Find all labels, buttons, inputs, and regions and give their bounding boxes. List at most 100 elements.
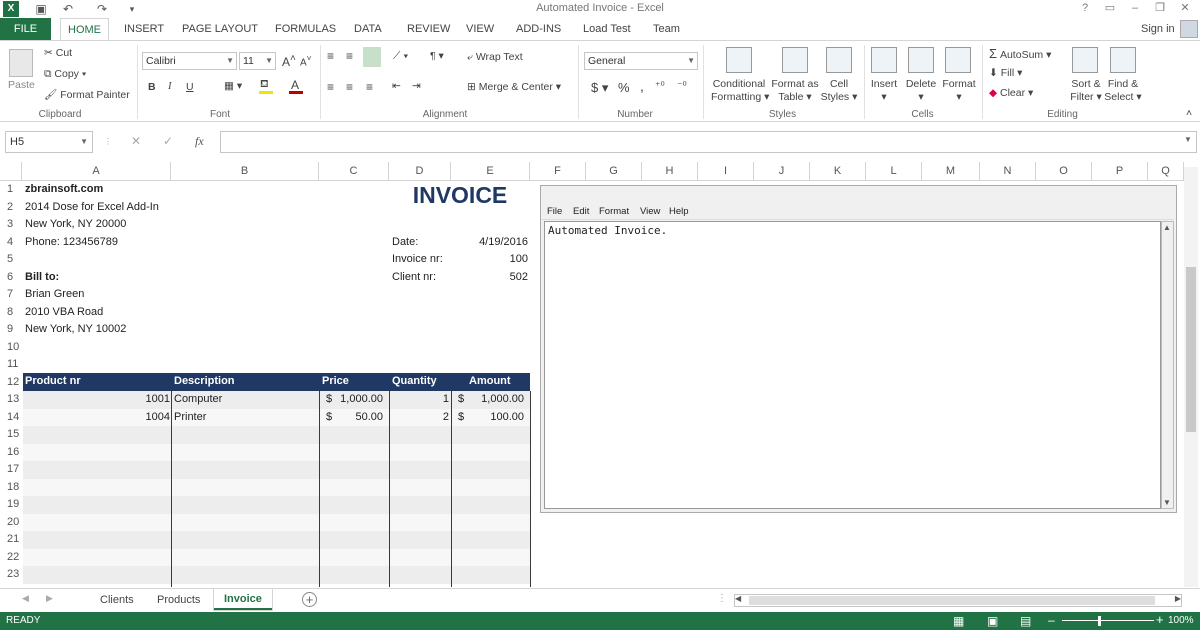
item-1-product[interactable]: 1001 (23, 391, 170, 409)
header-product-nr[interactable]: Product nr (25, 373, 81, 391)
row-header-3[interactable]: 3 (0, 216, 22, 234)
tab-home[interactable]: HOME (60, 18, 109, 41)
notepad-menu-format[interactable]: Format (599, 206, 629, 217)
normal-view-icon[interactable]: ▦ (953, 614, 964, 628)
bill-to-address-2[interactable]: New York, NY 10002 (25, 321, 126, 339)
item-2-product[interactable]: 1004 (23, 409, 170, 427)
font-name-select[interactable]: Calibri ▼ (142, 52, 237, 70)
sheet-tab-products[interactable]: Products (157, 591, 200, 609)
header-description[interactable]: Description (174, 373, 235, 391)
increase-decimal-icon[interactable]: ⁺⁰ (655, 80, 665, 92)
collapse-ribbon-icon[interactable]: ˄ (1186, 107, 1192, 119)
page-layout-view-icon[interactable]: ▣ (987, 614, 998, 628)
tab-review[interactable]: REVIEW (405, 18, 452, 40)
column-header-e[interactable]: E (451, 162, 530, 181)
decrease-indent-icon[interactable]: ⇤ (392, 80, 401, 92)
scroll-tabs-right-icon[interactable]: ▶ (46, 593, 53, 604)
align-bottom-icon[interactable] (363, 47, 381, 67)
row-header-12[interactable]: 12 (0, 373, 22, 391)
item-2-quantity[interactable]: 2 (392, 409, 449, 427)
row-header-2[interactable]: 2 (0, 198, 22, 216)
close-icon[interactable]: ✕ (1173, 0, 1197, 16)
sheet-tab-invoice[interactable]: Invoice (214, 589, 272, 610)
column-header-p[interactable]: P (1092, 162, 1148, 181)
number-format-select[interactable]: General ▼ (584, 52, 698, 70)
zoom-level[interactable]: 100% (1168, 615, 1194, 626)
restore-icon[interactable]: ❐ (1148, 0, 1172, 16)
notepad-text-area[interactable]: Automated Invoice. (544, 221, 1161, 509)
tab-add-ins[interactable]: ADD-INS (514, 18, 563, 40)
client-nr-label[interactable]: Client nr: (392, 269, 436, 287)
zoom-in-icon[interactable]: + (1156, 612, 1164, 627)
zoom-slider[interactable] (1062, 620, 1154, 621)
copy-button[interactable]: ⧉ Copy ▾ (44, 68, 86, 81)
wrap-text-button[interactable]: ⤶ Wrap Text (467, 51, 523, 64)
notepad-menu-view[interactable]: View (640, 206, 660, 217)
column-header-k[interactable]: K (810, 162, 866, 181)
paragraph-icon[interactable]: ¶ ▾ (430, 50, 444, 62)
invoice-title[interactable]: INVOICE (392, 182, 528, 209)
item-1-amount-currency[interactable]: $ (458, 391, 464, 409)
header-amount[interactable]: Amount (469, 373, 511, 391)
tab-formulas[interactable]: FORMULAS (273, 18, 338, 40)
column-header-q[interactable]: Q (1148, 162, 1184, 181)
cut-button[interactable]: ✂ Cut (44, 47, 72, 59)
name-box[interactable]: H5 ▼ (5, 131, 93, 153)
header-price[interactable]: Price (322, 373, 349, 391)
italic-button[interactable]: I (168, 81, 172, 92)
company-phone[interactable]: Phone: 123456789 (25, 234, 118, 252)
row-header-9[interactable]: 9 (0, 321, 22, 339)
align-middle-icon[interactable]: ≡ (346, 49, 353, 63)
row-header-6[interactable]: 6 (0, 268, 22, 286)
align-right-icon[interactable]: ≡ (366, 80, 373, 94)
item-1-amount[interactable]: 1,000.00 (465, 391, 524, 409)
insert-cells-button[interactable]: Insert ▾ (869, 78, 899, 104)
client-nr-value[interactable]: 502 (452, 269, 528, 287)
borders-icon[interactable]: ▦ ▾ (224, 80, 242, 92)
cell-styles-button[interactable]: Cell Styles ▾ (820, 78, 858, 104)
new-sheet-plus-icon[interactable]: + (302, 592, 317, 607)
column-header-i[interactable]: I (698, 162, 754, 181)
column-header-g[interactable]: G (586, 162, 642, 181)
column-header-a[interactable]: A (22, 162, 171, 181)
clipboard-icon[interactable] (9, 49, 33, 77)
scroll-right-icon[interactable]: ▶ (1175, 594, 1181, 603)
tab-view[interactable]: VIEW (464, 18, 496, 40)
font-size-select[interactable]: 11 ▼ (239, 52, 276, 70)
column-header-m[interactable]: M (922, 162, 980, 181)
zoom-out-icon[interactable]: – (1048, 613, 1055, 627)
align-center-icon[interactable]: ≡ (346, 80, 353, 94)
row-header-13[interactable]: 13 (0, 391, 22, 409)
comma-button[interactable]: , (640, 78, 644, 94)
tab-data[interactable]: DATA (352, 18, 384, 40)
zoom-slider-handle[interactable] (1098, 616, 1101, 626)
bill-to-label[interactable]: Bill to: (25, 269, 59, 287)
item-1-price[interactable]: 1,000.00 (330, 391, 383, 409)
column-header-n[interactable]: N (980, 162, 1036, 181)
row-header-8[interactable]: 8 (0, 303, 22, 321)
increase-indent-icon[interactable]: ⇥ (412, 80, 421, 92)
currency-button[interactable]: $ ▾ (591, 80, 608, 96)
row-header-20[interactable]: 20 (0, 513, 22, 531)
column-header-o[interactable]: O (1036, 162, 1092, 181)
bill-to-name[interactable]: Brian Green (25, 286, 84, 304)
sheet-tab-clients[interactable]: Clients (100, 591, 134, 609)
row-header-22[interactable]: 22 (0, 548, 22, 566)
header-quantity[interactable]: Quantity (392, 373, 437, 391)
increase-font-icon[interactable]: A˄ (282, 53, 296, 69)
date-label[interactable]: Date: (392, 234, 418, 252)
invoice-nr-value[interactable]: 100 (452, 251, 528, 269)
format-cells-button[interactable]: Format ▾ (940, 78, 978, 104)
company-name[interactable]: zbrainsoft.com (25, 181, 103, 199)
decrease-font-icon[interactable]: A˅ (300, 53, 312, 68)
notepad-scrollbar[interactable]: ▲ ▼ (1161, 221, 1174, 509)
expand-formula-bar-icon[interactable]: ▼ (1184, 135, 1192, 144)
minimize-icon[interactable]: – (1123, 0, 1147, 16)
item-2-description[interactable]: Printer (174, 409, 206, 427)
orientation-icon[interactable]: ⟋ ▾ (393, 50, 408, 63)
row-header-23[interactable]: 23 (0, 566, 22, 584)
company-address-2[interactable]: New York, NY 20000 (25, 216, 126, 234)
ribbon-display-options-icon[interactable]: ▭ (1098, 0, 1122, 16)
row-header-17[interactable]: 17 (0, 461, 22, 479)
notepad-window[interactable]: File Edit Format View Help Automated Inv… (540, 185, 1177, 513)
